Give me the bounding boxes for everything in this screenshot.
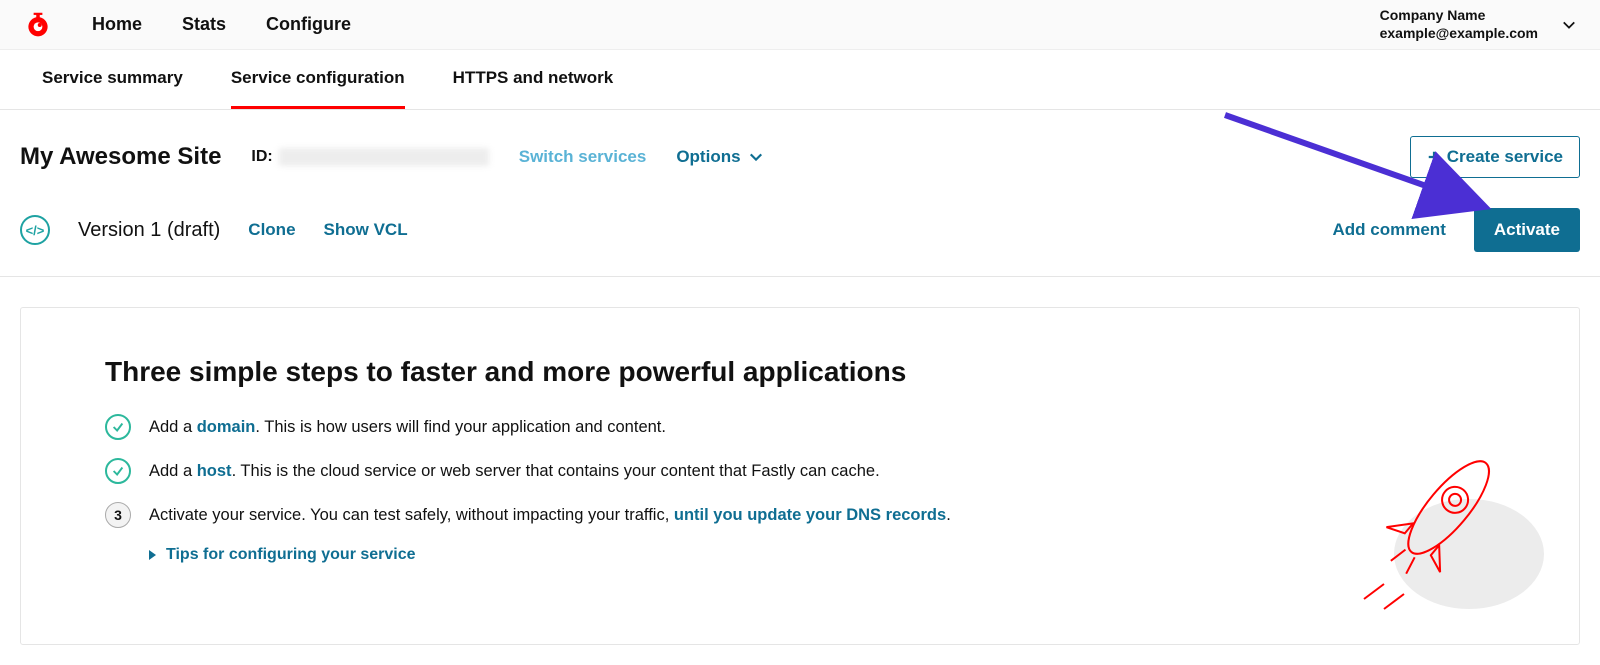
step-3: 3 Activate your service. You can test sa… bbox=[105, 502, 1495, 528]
host-link[interactable]: host bbox=[197, 462, 232, 480]
show-vcl-link[interactable]: Show VCL bbox=[324, 220, 408, 240]
step-1-prefix: Add a bbox=[149, 418, 197, 436]
options-dropdown[interactable]: Options bbox=[676, 147, 762, 167]
step-3-suffix: . bbox=[946, 506, 951, 524]
rocket-illustration-icon bbox=[1329, 424, 1549, 614]
version-right: Add comment Activate bbox=[1333, 208, 1580, 252]
step-3-text: Activate your service. You can test safe… bbox=[149, 506, 951, 525]
switch-services-link[interactable]: Switch services bbox=[519, 147, 647, 167]
service-id-value-obscured bbox=[279, 148, 489, 166]
activate-button[interactable]: Activate bbox=[1474, 208, 1580, 252]
check-icon bbox=[105, 414, 131, 440]
plus-icon bbox=[1427, 150, 1441, 164]
dns-records-link[interactable]: until you update your DNS records bbox=[674, 506, 946, 524]
step-2-text: Add a host. This is the cloud service or… bbox=[149, 462, 880, 481]
code-icon: </> bbox=[20, 215, 50, 245]
add-comment-link[interactable]: Add comment bbox=[1333, 220, 1446, 240]
onboarding-panel: Three simple steps to faster and more po… bbox=[20, 307, 1580, 645]
step-1-suffix: . This is how users will find your appli… bbox=[255, 418, 666, 436]
domain-link[interactable]: domain bbox=[197, 418, 256, 436]
step-2-suffix: . This is the cloud service or web serve… bbox=[232, 462, 880, 480]
nav-home[interactable]: Home bbox=[92, 14, 142, 35]
step-1-text: Add a domain. This is how users will fin… bbox=[149, 418, 666, 437]
step-2-prefix: Add a bbox=[149, 462, 197, 480]
top-nav-left: Home Stats Configure bbox=[24, 11, 351, 39]
nav-stats[interactable]: Stats bbox=[182, 14, 226, 35]
clone-link[interactable]: Clone bbox=[248, 220, 295, 240]
version-left: </> Version 1 (draft) Clone Show VCL bbox=[20, 215, 408, 245]
account-company: Company Name bbox=[1380, 7, 1538, 25]
step-1: Add a domain. This is how users will fin… bbox=[105, 414, 1495, 440]
tips-label: Tips for configuring your service bbox=[166, 546, 416, 564]
top-nav: Home Stats Configure Company Name exampl… bbox=[0, 0, 1600, 50]
nav-configure[interactable]: Configure bbox=[266, 14, 351, 35]
account-email: example@example.com bbox=[1380, 25, 1538, 43]
check-icon bbox=[105, 458, 131, 484]
options-label: Options bbox=[676, 147, 740, 167]
triangle-right-icon bbox=[149, 550, 156, 560]
version-row: </> Version 1 (draft) Clone Show VCL Add… bbox=[0, 190, 1600, 277]
step-2: Add a host. This is the cloud service or… bbox=[105, 458, 1495, 484]
tips-link[interactable]: Tips for configuring your service bbox=[149, 546, 1495, 564]
version-label: Version 1 (draft) bbox=[78, 219, 220, 242]
service-name: My Awesome Site bbox=[20, 143, 221, 171]
account-menu[interactable]: Company Name example@example.com bbox=[1380, 7, 1576, 42]
service-header-left: My Awesome Site ID: Switch services Opti… bbox=[20, 143, 763, 171]
create-service-label: Create service bbox=[1447, 147, 1563, 167]
tab-service-summary[interactable]: Service summary bbox=[42, 49, 183, 109]
service-id-label: ID: bbox=[251, 148, 272, 166]
tab-service-configuration[interactable]: Service configuration bbox=[231, 49, 405, 109]
service-subtabs: Service summary Service configuration HT… bbox=[0, 50, 1600, 110]
service-id: ID: bbox=[251, 148, 488, 166]
step-3-prefix: Activate your service. You can test safe… bbox=[149, 506, 674, 524]
chevron-down-icon bbox=[749, 150, 763, 164]
tab-https-network[interactable]: HTTPS and network bbox=[453, 49, 614, 109]
brand-logo-icon[interactable] bbox=[24, 11, 52, 39]
chevron-down-icon bbox=[1562, 18, 1576, 32]
panel-title: Three simple steps to faster and more po… bbox=[105, 356, 1495, 388]
account-text: Company Name example@example.com bbox=[1380, 7, 1538, 42]
step-number-3: 3 bbox=[105, 502, 131, 528]
create-service-button[interactable]: Create service bbox=[1410, 136, 1580, 178]
service-header: My Awesome Site ID: Switch services Opti… bbox=[0, 110, 1600, 190]
